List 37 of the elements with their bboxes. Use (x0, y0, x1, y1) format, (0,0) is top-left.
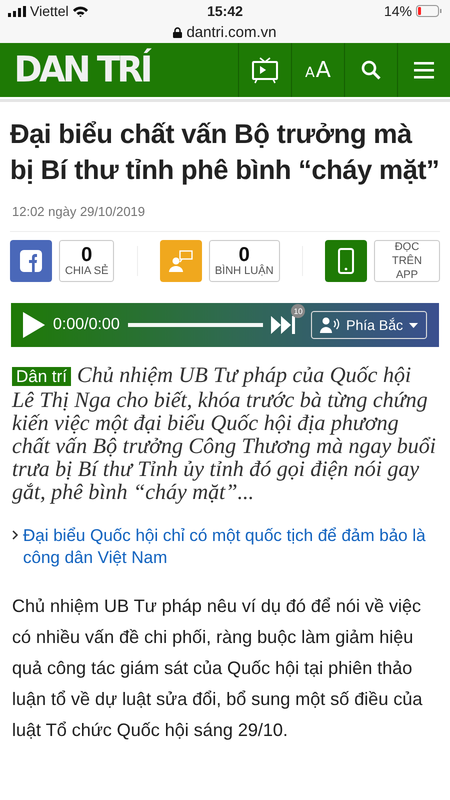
search-icon (361, 60, 381, 80)
read-in-app-label[interactable]: ĐỌC TRÊN APP (380, 240, 434, 282)
wifi-icon (72, 6, 88, 16)
count-label: BÌNH LUẬN (214, 264, 274, 278)
facebook-share-button[interactable] (10, 240, 52, 282)
playback-time: 0:00/0:00 (53, 316, 120, 334)
site-logo[interactable]: DAN TRÍ (14, 49, 150, 91)
voice-dropdown[interactable]: Phía Bắc (311, 311, 427, 339)
publish-date: 12:02 ngày 29/10/2019 (12, 204, 146, 219)
caret-icon (409, 322, 418, 328)
app-button[interactable] (324, 240, 367, 282)
count-number: 0 (81, 244, 92, 264)
tv-icon (251, 56, 279, 84)
speaker-person-icon (320, 317, 340, 333)
skip-forward-button[interactable] (271, 314, 298, 336)
fast-forward-icon (271, 314, 298, 336)
facebook-icon (20, 250, 42, 272)
play-icon[interactable] (23, 312, 45, 338)
article-paragraph: Chủ nhiệm UB Tư pháp nêu ví dụ đó để nói về việc có nhiều vấn đề chi phối, ràng buộc làm giảm hiệu quả công tác giám sát của Quốc hội tại phiên thảo luận tổ về dự luật sửa đổi, bổ sung một số điều của luật Tổ chức Quốc hội sáng 29/10. (12, 595, 424, 742)
skip-seconds-badge: 10 (291, 304, 306, 318)
chevron-icon (12, 530, 19, 540)
url-text[interactable]: dantri.com.vn (186, 24, 277, 41)
menu-icon (414, 61, 434, 79)
phone-icon (338, 248, 354, 274)
comment-person-icon (168, 250, 193, 272)
clock-time: 15:42 (207, 3, 243, 19)
battery-percent: 14% (384, 3, 412, 19)
signal-icon (8, 6, 26, 16)
article-lead: Dân trí Chủ nhiệm UB Tư pháp của Quốc hội Lê Thị Nga cho biết, khóa trước bà từng chứng kiến việc một đại biểu Quốc hội địa phương chất vấn Bộ trưởng Công Thương mà ngay buổi trưa bị Bí thư Tỉnh ủy tỉnh đó gọi điện nói gay gắt, phê bình “cháy mặt”... (12, 363, 437, 503)
related-article-link[interactable]: Đại biểu Quốc hội chỉ có một quốc tịch để đảm bảo là công dân Việt Nam (23, 525, 438, 569)
progress-track[interactable] (128, 323, 264, 327)
carrier-name: Viettel (30, 3, 69, 19)
battery-icon (416, 5, 442, 17)
lock-icon (173, 27, 182, 38)
count-label: CHIA SẺ (65, 264, 108, 278)
count-number: 0 (238, 244, 250, 264)
article-title: Đại biểu chất vấn Bộ trưởng mà bị Bí thư tỉnh phê bình “cháy mặt” (10, 118, 440, 187)
